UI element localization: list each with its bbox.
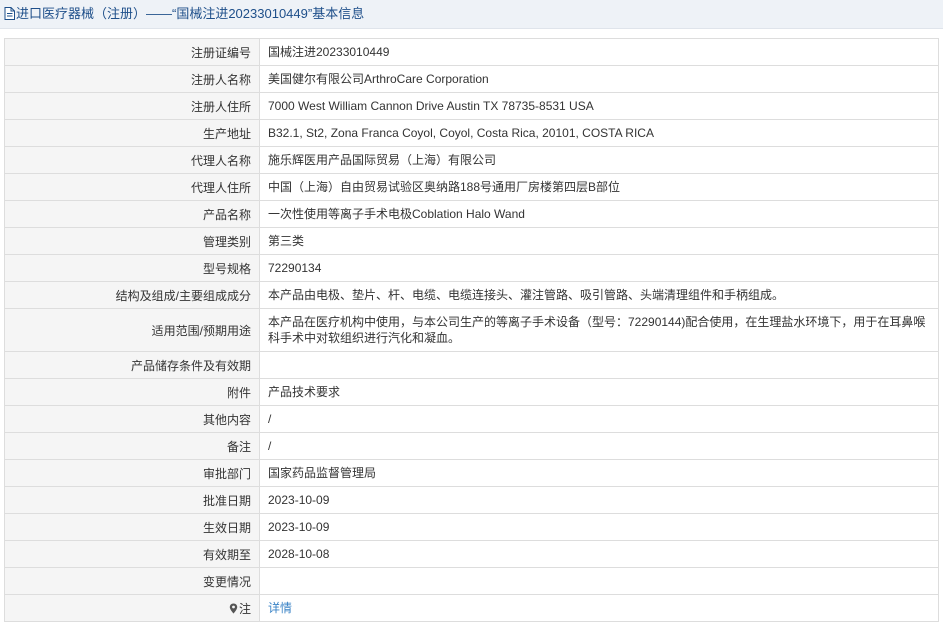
table-row: 代理人名称 施乐辉医用产品国际贸易（上海）有限公司: [4, 146, 939, 174]
note-value-cell: 详情: [259, 594, 939, 622]
field-value: 中国（上海）自由贸易试验区奥纳路188号通用厂房楼第四层B部位: [259, 173, 939, 201]
table-row: 备注 /: [4, 432, 939, 460]
note-label-cell: 注: [4, 594, 260, 622]
note-row: 注 详情: [4, 594, 939, 622]
field-value: 本产品由电极、垫片、杆、电缆、电缆连接头、灌注管路、吸引管路、头端清理组件和手柄…: [259, 281, 939, 309]
table-row: 注册人名称 美国健尔有限公司ArthroCare Corporation: [4, 65, 939, 93]
page-title-bar: 进口医疗器械（注册）——“国械注进20233010449”基本信息: [0, 0, 943, 29]
field-value: 7000 West William Cannon Drive Austin TX…: [259, 92, 939, 120]
field-label: 有效期至: [4, 540, 260, 568]
field-label: 批准日期: [4, 486, 260, 514]
field-label: 变更情况: [4, 567, 260, 595]
field-value: /: [259, 432, 939, 460]
field-value: B32.1, St2, Zona Franca Coyol, Coyol, Co…: [259, 119, 939, 147]
field-value: 国械注进20233010449: [259, 38, 939, 66]
table-row: 型号规格 72290134: [4, 254, 939, 282]
table-row: 代理人住所 中国（上海）自由贸易试验区奥纳路188号通用厂房楼第四层B部位: [4, 173, 939, 201]
field-label: 管理类别: [4, 227, 260, 255]
table-row: 注册证编号 国械注进20233010449: [4, 38, 939, 66]
field-label: 注册人名称: [4, 65, 260, 93]
field-label: 结构及组成/主要组成成分: [4, 281, 260, 309]
field-value: 2028-10-08: [259, 540, 939, 568]
table-row: 生产地址 B32.1, St2, Zona Franca Coyol, Coyol…: [4, 119, 939, 147]
field-value: 国家药品监督管理局: [259, 459, 939, 487]
table-row: 适用范围/预期用途 本产品在医疗机构中使用，与本公司生产的等离子手术设备（型号：7…: [4, 308, 939, 352]
field-label: 代理人名称: [4, 146, 260, 174]
field-label: 注册人住所: [4, 92, 260, 120]
field-label: 产品储存条件及有效期: [4, 351, 260, 379]
details-link[interactable]: 详情: [268, 601, 292, 615]
field-label: 产品名称: [4, 200, 260, 228]
table-row: 管理类别 第三类: [4, 227, 939, 255]
field-value: 美国健尔有限公司ArthroCare Corporation: [259, 65, 939, 93]
field-label: 生产地址: [4, 119, 260, 147]
table-row: 产品名称 一次性使用等离子手术电极Coblation Halo Wand: [4, 200, 939, 228]
table-row: 生效日期 2023-10-09: [4, 513, 939, 541]
map-pin-icon: [229, 603, 238, 617]
field-value: 72290134: [259, 254, 939, 282]
field-value: [259, 567, 939, 595]
note-label: 注: [238, 601, 251, 616]
field-label: 代理人住所: [4, 173, 260, 201]
field-value: 施乐辉医用产品国际贸易（上海）有限公司: [259, 146, 939, 174]
field-label: 注册证编号: [4, 38, 260, 66]
table-row: 附件 产品技术要求: [4, 378, 939, 406]
table-row: 其他内容 /: [4, 405, 939, 433]
field-value: 本产品在医疗机构中使用，与本公司生产的等离子手术设备（型号：72290144)配…: [259, 308, 939, 352]
field-value: 2023-10-09: [259, 513, 939, 541]
table-row: 批准日期 2023-10-09: [4, 486, 939, 514]
page-title: 进口医疗器械（注册）——“国械注进20233010449”基本信息: [16, 6, 365, 21]
field-label: 型号规格: [4, 254, 260, 282]
device-info-table: 注册证编号 国械注进20233010449 注册人名称 美国健尔有限公司Arthro…: [4, 38, 939, 622]
field-value: 一次性使用等离子手术电极Coblation Halo Wand: [259, 200, 939, 228]
field-label: 附件: [4, 378, 260, 406]
table-row: 有效期至 2028-10-08: [4, 540, 939, 568]
field-label: 备注: [4, 432, 260, 460]
field-value: 第三类: [259, 227, 939, 255]
table-row: 审批部门 国家药品监督管理局: [4, 459, 939, 487]
field-value: [259, 351, 939, 379]
table-row: 注册人住所 7000 West William Cannon Drive Aust…: [4, 92, 939, 120]
table-row: 结构及组成/主要组成成分 本产品由电极、垫片、杆、电缆、电缆连接头、灌注管路、吸引…: [4, 281, 939, 309]
field-label: 生效日期: [4, 513, 260, 541]
document-icon: [4, 2, 15, 28]
field-label: 审批部门: [4, 459, 260, 487]
field-value: /: [259, 405, 939, 433]
table-row: 产品储存条件及有效期: [4, 351, 939, 379]
table-row: 变更情况: [4, 567, 939, 595]
field-label: 适用范围/预期用途: [4, 308, 260, 352]
field-label: 其他内容: [4, 405, 260, 433]
field-value: 产品技术要求: [259, 378, 939, 406]
field-value: 2023-10-09: [259, 486, 939, 514]
